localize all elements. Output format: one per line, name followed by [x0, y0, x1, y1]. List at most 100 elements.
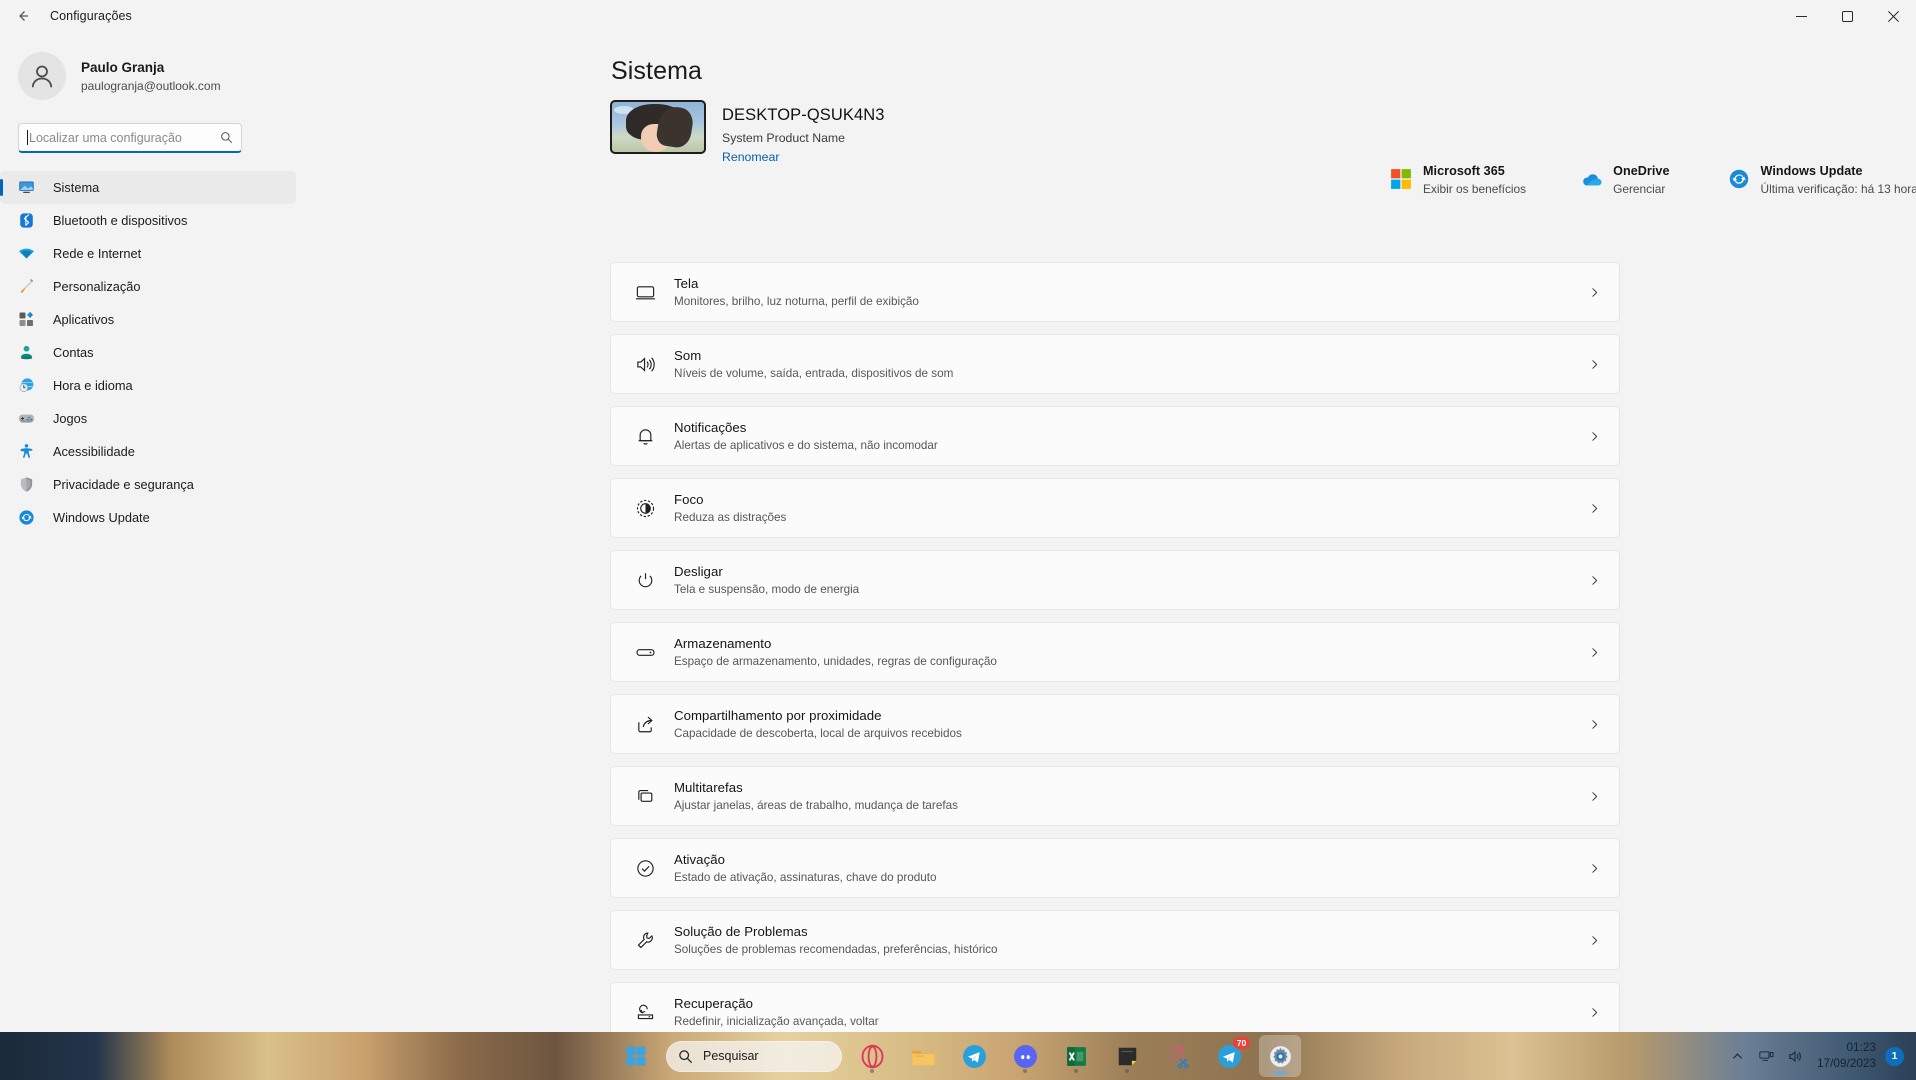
- sidebar-item-hora-e-idioma[interactable]: Hora e idioma: [0, 369, 296, 402]
- volume-icon[interactable]: [1781, 1036, 1810, 1076]
- chevron-up-icon[interactable]: [1723, 1036, 1752, 1076]
- sticky-notes-icon: [1115, 1044, 1140, 1069]
- minimize-button[interactable]: [1778, 0, 1824, 32]
- chevron-right-icon: [1588, 790, 1601, 803]
- sidebar-item-label: Privacidade e segurança: [53, 477, 194, 492]
- wrench-icon: [630, 930, 660, 951]
- settings-list: Tela Monitores, brilho, luz noturna, perf…: [610, 262, 1620, 1032]
- settings-row-title: Som: [674, 348, 702, 363]
- search-icon[interactable]: [220, 131, 233, 144]
- speaker-icon: [630, 354, 660, 375]
- settings-row-armazenamento[interactable]: Armazenamento Espaço de armazenamento, un…: [610, 622, 1620, 682]
- sidebar-item-label: Sistema: [53, 180, 100, 195]
- sidebar-item-label: Jogos: [53, 411, 88, 426]
- settings-row-subtitle: Espaço de armazenamento, unidades, regra…: [674, 655, 997, 668]
- chevron-right-icon: [1588, 1006, 1601, 1019]
- settings-row-foco[interactable]: Foco Reduza as distrações: [610, 478, 1620, 538]
- display-icon: [630, 282, 660, 303]
- settings-row-solu-o-de-problemas[interactable]: Solução de Problemas Soluções de problema…: [610, 910, 1620, 970]
- settings-row-tela[interactable]: Tela Monitores, brilho, luz noturna, perf…: [610, 262, 1620, 322]
- settings-row-ativa-o[interactable]: Ativação Estado de ativação, assinaturas,…: [610, 838, 1620, 898]
- taskbar-app-configura-es[interactable]: [1259, 1035, 1301, 1077]
- bluetooth-icon: [16, 211, 36, 231]
- chevron-right-icon: [1588, 862, 1601, 875]
- app-title: Configurações: [50, 9, 132, 23]
- quick-link-windows-update[interactable]: Windows Update Última verificação: há 13 …: [1728, 164, 1916, 196]
- sidebar-item-contas[interactable]: Contas: [0, 336, 296, 369]
- sidebar-item-label: Contas: [53, 345, 94, 360]
- taskbar-search[interactable]: Pesquisar: [666, 1040, 842, 1072]
- power-icon: [630, 570, 660, 591]
- microsoft-logo-icon: [1390, 168, 1412, 190]
- settings-row-subtitle: Reduza as distrações: [674, 511, 787, 524]
- apps-icon: [16, 310, 36, 330]
- chevron-right-icon: [1588, 358, 1601, 371]
- clock[interactable]: 01:23 17/09/2023: [1810, 1040, 1885, 1072]
- start-button[interactable]: [615, 1035, 657, 1077]
- taskbar-app-ferramenta-de-captura[interactable]: [1157, 1035, 1199, 1077]
- settings-row-multitarefas[interactable]: Multitarefas Ajustar janelas, áreas de tr…: [610, 766, 1620, 826]
- quick-link-microsoft-365[interactable]: Microsoft 365 Exibir os benefícios: [1390, 164, 1526, 196]
- quick-link-text: Microsoft 365 Exibir os benefícios: [1423, 164, 1526, 196]
- quick-link-subtitle: Gerenciar: [1613, 182, 1666, 196]
- settings-row-subtitle: Capacidade de descoberta, local de arqui…: [674, 727, 962, 740]
- taskbar: Pesquisar 70: [0, 1032, 1916, 1080]
- settings-row-subtitle: Alertas de aplicativos e do sistema, não…: [674, 439, 938, 452]
- settings-row-notifica-es[interactable]: Notificações Alertas de aplicativos e do …: [610, 406, 1620, 466]
- settings-row-compartilhamento-por-proximidade[interactable]: Compartilhamento por proximidade Capacida…: [610, 694, 1620, 754]
- sidebar-item-rede-e-internet[interactable]: Rede e Internet: [0, 237, 296, 270]
- chevron-right-icon: [1588, 430, 1601, 443]
- sidebar-item-acessibilidade[interactable]: Acessibilidade: [0, 435, 296, 468]
- sidebar: Paulo Granja paulogranja@outlook.com Loc…: [0, 32, 310, 1032]
- device-model: System Product Name: [722, 131, 846, 145]
- settings-row-subtitle: Soluções de problemas recomendadas, pref…: [674, 943, 998, 956]
- sidebar-item-privacidade-e-seguran-a[interactable]: Privacidade e segurança: [0, 468, 296, 501]
- caption-buttons: [1778, 0, 1916, 32]
- settings-row-title: Armazenamento: [674, 636, 772, 651]
- taskbar-app-opera[interactable]: [851, 1035, 893, 1077]
- multitask-icon: [630, 786, 660, 807]
- taskbar-app-explorador-de-arquivos[interactable]: [902, 1035, 944, 1077]
- running-indicator: [870, 1069, 874, 1073]
- settings-row-desligar[interactable]: Desligar Tela e suspensão, modo de energi…: [610, 550, 1620, 610]
- settings-row-som[interactable]: Som Níveis de volume, saída, entrada, dis…: [610, 334, 1620, 394]
- account-block[interactable]: Paulo Granja paulogranja@outlook.com: [18, 52, 310, 100]
- search-field-wrap[interactable]: Localizar uma configuração: [18, 123, 242, 153]
- taskbar-app-notas-autoadesivas[interactable]: [1106, 1035, 1148, 1077]
- chevron-right-icon: [1588, 934, 1601, 947]
- sidebar-item-bluetooth-e-dispositivos[interactable]: Bluetooth e dispositivos: [0, 204, 296, 237]
- clock-time: 01:23: [1846, 1040, 1876, 1055]
- sidebar-item-sistema[interactable]: Sistema: [0, 171, 296, 204]
- rename-link[interactable]: Renomear: [722, 150, 779, 164]
- page-title: Sistema: [611, 57, 703, 85]
- sidebar-item-label: Hora e idioma: [53, 378, 133, 393]
- chevron-right-icon: [1588, 574, 1601, 587]
- quick-link-onedrive[interactable]: OneDrive Gerenciar: [1580, 164, 1669, 196]
- search-input[interactable]: Localizar uma configuração: [18, 123, 242, 153]
- settings-row-title: Tela: [674, 276, 699, 291]
- taskbar-app-excel[interactable]: [1055, 1035, 1097, 1077]
- gamepad-icon: [16, 409, 36, 429]
- taskbar-app-discord[interactable]: [1004, 1035, 1046, 1077]
- settings-row-recupera-o[interactable]: Recuperação Redefinir, inicialização avan…: [610, 982, 1620, 1032]
- quick-link-title: OneDrive: [1613, 164, 1670, 178]
- taskbar-app-telegram[interactable]: [953, 1035, 995, 1077]
- network-icon[interactable]: [1752, 1036, 1781, 1076]
- sidebar-item-aplicativos[interactable]: Aplicativos: [0, 303, 296, 336]
- telegram-icon: [962, 1044, 987, 1069]
- taskbar-search-label: Pesquisar: [703, 1049, 759, 1063]
- quick-link-subtitle: Exibir os benefícios: [1423, 182, 1527, 196]
- sidebar-item-jogos[interactable]: Jogos: [0, 402, 296, 435]
- maximize-button[interactable]: [1824, 0, 1870, 32]
- sidebar-item-windows-update[interactable]: Windows Update: [0, 501, 296, 534]
- notification-badge[interactable]: 1: [1885, 1046, 1904, 1066]
- taskbar-app-telegram-desktop[interactable]: 70: [1208, 1035, 1250, 1077]
- settings-row-title: Multitarefas: [674, 780, 743, 795]
- settings-row-subtitle: Níveis de volume, saída, entrada, dispos…: [674, 367, 954, 380]
- back-button[interactable]: [6, 1, 40, 31]
- start-icon: [625, 1045, 647, 1067]
- device-info: DESKTOP-QSUK4N3 System Product Name Reno…: [722, 100, 885, 166]
- sidebar-item-personaliza-o[interactable]: Personalização: [0, 270, 296, 303]
- close-icon[interactable]: [1870, 0, 1916, 32]
- system-tray: 01:23 17/09/2023 1: [1723, 1032, 1908, 1080]
